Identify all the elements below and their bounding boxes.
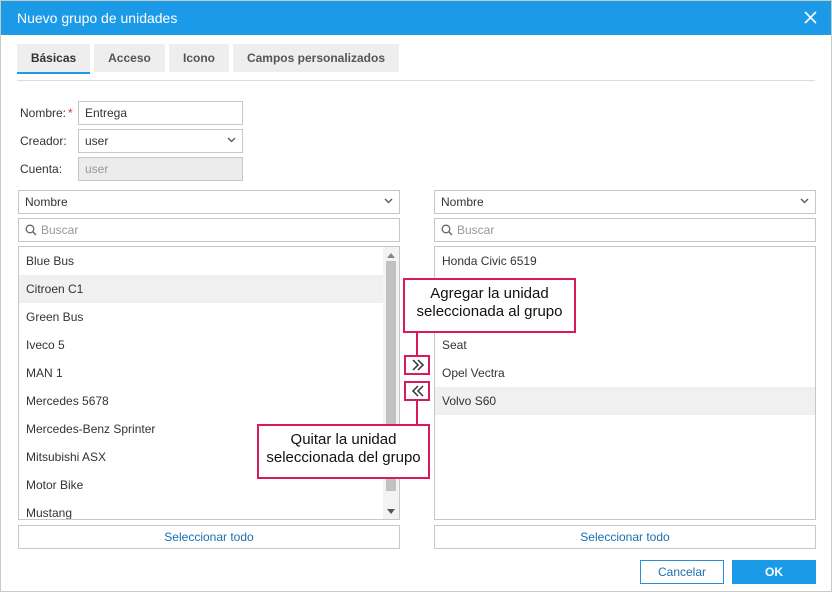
list-item[interactable]: Citroen C1 (19, 275, 383, 303)
cancel-button[interactable]: Cancelar (640, 560, 724, 584)
ok-button[interactable]: OK (732, 560, 816, 584)
right-search-placeholder: Buscar (457, 223, 495, 237)
list-item[interactable]: Blue Bus (19, 247, 383, 275)
title-bar: Nuevo grupo de unidades (1, 1, 831, 35)
left-sort-select[interactable]: Nombre (18, 190, 400, 214)
creator-label: Creador: (20, 134, 67, 148)
right-search-input[interactable]: Buscar (434, 218, 816, 242)
left-search-input[interactable]: Buscar (18, 218, 400, 242)
left-select-all-button[interactable]: Seleccionar todo (18, 525, 400, 549)
add-callout-connector (416, 332, 418, 356)
account-label: Cuenta: (20, 162, 63, 176)
creator-value: user (85, 134, 109, 148)
creator-select[interactable]: user (78, 129, 243, 153)
tab-basicas[interactable]: Básicas (17, 44, 90, 74)
left-search-placeholder: Buscar (41, 223, 79, 237)
tab-icono[interactable]: Icono (169, 44, 229, 72)
remove-callout-line2: seleccionada del grupo (266, 449, 421, 466)
remove-callout-line1: Quitar la unidad (290, 431, 397, 448)
add-callout-line2: seleccionada al grupo (416, 303, 563, 320)
tab-acceso[interactable]: Acceso (94, 44, 165, 72)
add-callout-line1: Agregar la unidad (430, 285, 549, 302)
add-callout: Agregar la unidad seleccionada al grupo (403, 278, 576, 333)
chevron-down-icon (384, 198, 393, 204)
right-sort-value: Nombre (441, 195, 484, 209)
remove-callout: Quitar la unidad seleccionada del grupo (257, 424, 430, 479)
search-icon (25, 224, 37, 236)
account-input: user (78, 157, 243, 181)
scroll-up-icon[interactable] (387, 252, 395, 258)
list-item[interactable]: Mercedes 5678 (19, 387, 383, 415)
chevron-down-icon (800, 198, 809, 204)
list-item[interactable]: Honda Civic 6519 (435, 247, 815, 275)
add-to-group-button[interactable] (404, 355, 430, 375)
chevron-down-icon (227, 137, 236, 143)
list-item[interactable]: Iveco 5 (19, 331, 383, 359)
dialog: Nuevo grupo de unidades Básicas Acceso I… (0, 0, 832, 592)
dialog-title: Nuevo grupo de unidades (17, 10, 178, 26)
double-chevron-right-icon (412, 359, 425, 371)
list-item[interactable]: Green Bus (19, 303, 383, 331)
list-item[interactable]: Seat (435, 331, 815, 359)
search-icon (441, 224, 453, 236)
remove-callout-connector (416, 401, 418, 425)
list-item[interactable]: MAN 1 (19, 359, 383, 387)
tab-campos-personalizados[interactable]: Campos personalizados (233, 44, 399, 72)
required-marker: * (68, 106, 73, 120)
double-chevron-left-icon (411, 385, 424, 397)
name-label: Nombre: * (20, 106, 73, 120)
name-label-text: Nombre: (20, 106, 67, 120)
name-input[interactable]: Entrega (78, 101, 243, 125)
left-sort-value: Nombre (25, 195, 68, 209)
right-sort-select[interactable]: Nombre (434, 190, 816, 214)
close-icon[interactable] (804, 11, 817, 24)
remove-from-group-button[interactable] (404, 381, 430, 401)
right-select-all-button[interactable]: Seleccionar todo (434, 525, 816, 549)
tab-divider (17, 80, 815, 81)
list-item[interactable]: Mustang (19, 499, 383, 519)
list-item[interactable]: Volvo S60 (435, 387, 815, 415)
scroll-down-icon[interactable] (387, 509, 395, 515)
list-item[interactable]: Opel Vectra (435, 359, 815, 387)
